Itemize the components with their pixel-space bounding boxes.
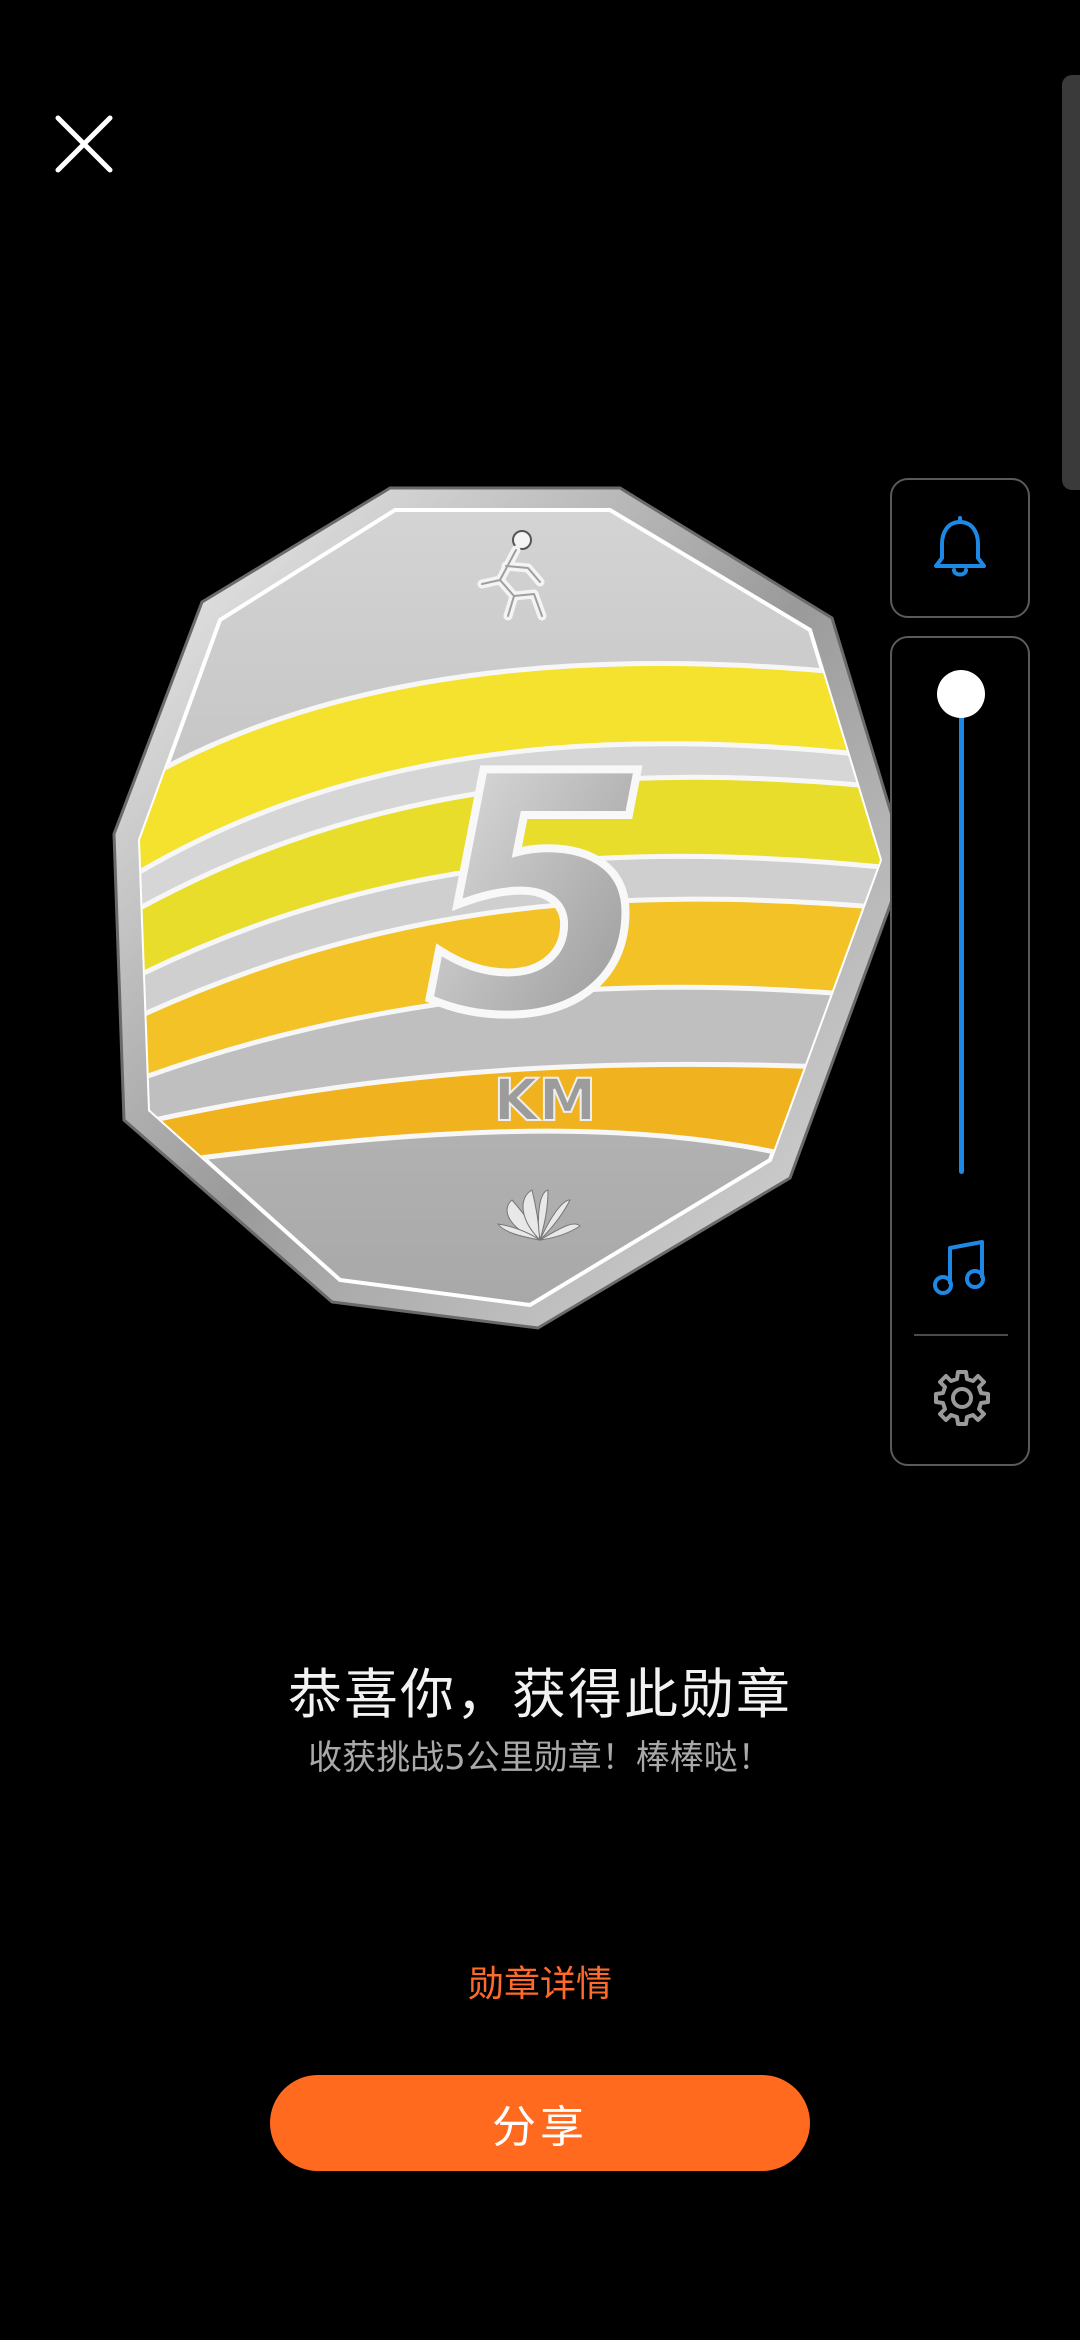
share-button[interactable]: 分享 <box>270 2075 810 2171</box>
settings-button[interactable] <box>932 1368 992 1428</box>
music-button[interactable] <box>930 1238 990 1298</box>
congrats-title: 恭喜你，获得此勋章 <box>288 1663 792 1726</box>
medal-screen: 5 KM 恭喜你，获得此勋章 收获挑战5公里勋章！棒棒哒！ 勋章详情 分享 <box>0 0 1080 2340</box>
bell-icon <box>934 516 986 577</box>
medal-unit: KM <box>494 1066 597 1134</box>
medal-badge: 5 KM <box>110 470 910 1330</box>
close-icon <box>55 115 113 173</box>
medal-detail-link[interactable]: 勋章详情 <box>0 1955 1080 2007</box>
panel-divider <box>914 1334 1008 1336</box>
gear-icon <box>934 1370 990 1426</box>
congrats-subtitle: 收获挑战5公里勋章！棒棒哒！ <box>308 1738 772 1778</box>
edge-scrollbar[interactable] <box>1062 75 1080 490</box>
volume-slider-track[interactable] <box>959 694 964 1174</box>
close-button[interactable] <box>50 110 118 178</box>
music-note-icon <box>933 1240 985 1295</box>
bell-button[interactable] <box>890 478 1030 618</box>
volume-slider-thumb[interactable] <box>937 670 985 718</box>
medal-distance: 5 <box>425 704 655 1088</box>
volume-panel <box>890 636 1030 1466</box>
